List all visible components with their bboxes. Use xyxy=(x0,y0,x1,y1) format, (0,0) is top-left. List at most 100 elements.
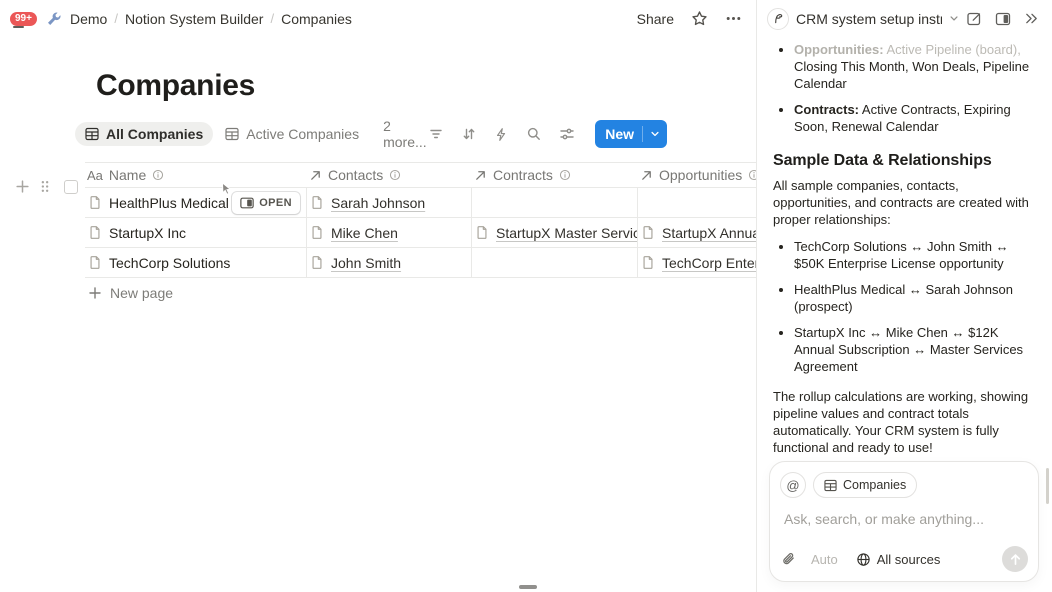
cell-contracts[interactable]: StartupX Master Services xyxy=(472,218,638,247)
table-row: StartupX Inc Mike Chen StartupX Master S… xyxy=(85,218,757,248)
side-peek-icon xyxy=(240,197,254,209)
column-header-contacts[interactable]: Contacts xyxy=(307,163,472,187)
search-icon[interactable] xyxy=(526,126,542,142)
automation-zap-icon[interactable] xyxy=(494,127,509,142)
tab-all-companies[interactable]: All Companies xyxy=(75,122,213,146)
open-row-button[interactable]: OPEN xyxy=(232,192,300,214)
favorite-star-icon[interactable] xyxy=(691,10,708,27)
setup-views-list: Opportunities: Active Pipeline (board), … xyxy=(773,41,1035,135)
info-icon xyxy=(559,169,571,181)
companies-table: Aa Name Contacts Contracts Opportunities xyxy=(85,162,757,278)
all-sources-button[interactable]: All sources xyxy=(856,552,941,567)
thread-title[interactable]: CRM system setup instr... xyxy=(796,11,942,27)
add-row-icon[interactable] xyxy=(15,179,30,194)
section-heading: Sample Data & Relationships xyxy=(773,152,1035,169)
intro-paragraph: All sample companies, contacts, opportun… xyxy=(773,177,1035,228)
context-chip-companies[interactable]: Companies xyxy=(813,472,917,498)
table-row: HealthPlus Medical OPEN Sarah Johnson xyxy=(85,188,757,218)
cell-opportunities[interactable]: StartupX Annual xyxy=(638,218,757,247)
table-view-icon xyxy=(225,127,239,141)
title-property-icon: Aa xyxy=(87,168,103,183)
main-content: 99+ Demo / Notion System Builder / Compa… xyxy=(0,0,757,592)
plus-icon xyxy=(88,286,102,300)
page-icon xyxy=(88,255,102,270)
info-icon xyxy=(389,169,401,181)
new-button[interactable]: New xyxy=(595,120,667,148)
ai-message-body: Opportunities: Active Pipeline (board), … xyxy=(757,37,1051,455)
page-icon xyxy=(475,225,489,240)
new-button-caret[interactable] xyxy=(642,126,667,142)
cell-contacts[interactable]: John Smith xyxy=(307,248,472,277)
info-icon xyxy=(748,169,757,181)
cell-opportunities[interactable]: TechCorp Enterp xyxy=(638,248,757,277)
column-header-contracts[interactable]: Contracts xyxy=(472,163,638,187)
view-controls: New xyxy=(428,120,667,148)
collapse-panel-chevrons-icon[interactable] xyxy=(1024,11,1039,26)
breadcrumb-companies[interactable]: Companies xyxy=(281,11,352,27)
side-panel-toggle-icon[interactable] xyxy=(995,11,1011,27)
table-row: TechCorp Solutions John Smith TechCorp E… xyxy=(85,248,757,278)
table-header-row: Aa Name Contacts Contracts Opportunities xyxy=(85,162,757,188)
panel-scrollbar[interactable] xyxy=(1046,468,1049,504)
relation-arrow-icon xyxy=(474,169,487,182)
list-item: StartupX Inc ↔ Mike Chen ↔ $12K Annual S… xyxy=(794,324,1035,375)
column-header-name[interactable]: Aa Name xyxy=(85,163,307,187)
breadcrumb-demo[interactable]: Demo xyxy=(70,11,107,27)
ai-panel-header: CRM system setup instr... xyxy=(757,0,1051,37)
page-icon xyxy=(310,195,324,210)
table-view-icon xyxy=(85,127,99,141)
view-settings-sliders-icon[interactable] xyxy=(559,126,575,142)
list-item: Contracts: Active Contracts, Expiring So… xyxy=(794,101,1035,135)
globe-icon xyxy=(856,552,871,567)
page-icon xyxy=(641,225,655,240)
composer-context-row: @ Companies xyxy=(780,472,1028,498)
ai-face-icon xyxy=(767,8,789,30)
outro-paragraph: The rollup calculations are working, sho… xyxy=(773,388,1035,455)
column-header-opportunities[interactable]: Opportunities xyxy=(638,163,757,187)
list-item: HealthPlus Medical ↔ Sarah Johnson (pros… xyxy=(794,281,1035,315)
send-button[interactable] xyxy=(1002,546,1028,572)
main-topbar: 99+ Demo / Notion System Builder / Compa… xyxy=(0,0,756,37)
chevron-down-icon[interactable] xyxy=(949,13,959,24)
table-view-icon xyxy=(824,479,837,492)
more-options-icon[interactable] xyxy=(725,10,742,27)
sidebar-toggle-remnant xyxy=(13,26,24,28)
page-icon xyxy=(310,255,324,270)
wrench-page-icon xyxy=(46,11,62,27)
mention-button[interactable]: @ xyxy=(780,472,806,498)
cell-name[interactable]: HealthPlus Medical OPEN xyxy=(85,188,307,217)
page-icon xyxy=(641,255,655,270)
drag-handle-icon[interactable] xyxy=(39,179,51,194)
chat-input[interactable]: Ask, search, or make anything... xyxy=(784,511,1028,527)
row-checkbox[interactable] xyxy=(64,180,78,194)
notification-badge[interactable]: 99+ xyxy=(10,12,37,26)
page-icon xyxy=(310,225,324,240)
new-page-button[interactable]: New page xyxy=(85,278,756,308)
relation-arrow-icon xyxy=(309,169,322,182)
tab-active-companies[interactable]: Active Companies xyxy=(215,122,369,146)
cell-name[interactable]: StartupX Inc xyxy=(85,218,307,247)
mouse-cursor xyxy=(221,182,234,196)
cell-contacts[interactable]: Mike Chen xyxy=(307,218,472,247)
view-tab-bar: All Companies Active Companies 2 more... xyxy=(75,120,756,148)
filter-icon[interactable] xyxy=(428,126,444,142)
more-views-button[interactable]: 2 more... xyxy=(383,118,428,150)
new-thread-compose-icon[interactable] xyxy=(966,11,982,27)
cell-opportunities[interactable] xyxy=(638,188,757,217)
ai-panel-actions xyxy=(966,11,1039,27)
sort-icon[interactable] xyxy=(461,126,477,142)
page-title: Companies xyxy=(96,69,756,103)
window-resize-handle[interactable] xyxy=(519,585,537,589)
ai-chat-composer[interactable]: @ Companies Ask, search, or make anythin… xyxy=(769,461,1039,582)
topbar-actions: Share xyxy=(637,10,742,27)
cell-name[interactable]: TechCorp Solutions xyxy=(85,248,307,277)
breadcrumb-builder[interactable]: Notion System Builder xyxy=(125,11,264,27)
list-item: TechCorp Solutions ↔ John Smith ↔ $50K E… xyxy=(794,238,1035,272)
auto-mode-button[interactable]: Auto xyxy=(811,552,838,567)
attach-paperclip-icon[interactable] xyxy=(780,551,796,567)
cell-contacts[interactable]: Sarah Johnson xyxy=(307,188,472,217)
arrow-up-icon xyxy=(1009,553,1022,566)
cell-contracts[interactable] xyxy=(472,248,638,277)
cell-contracts[interactable] xyxy=(472,188,638,217)
share-button[interactable]: Share xyxy=(637,11,674,27)
